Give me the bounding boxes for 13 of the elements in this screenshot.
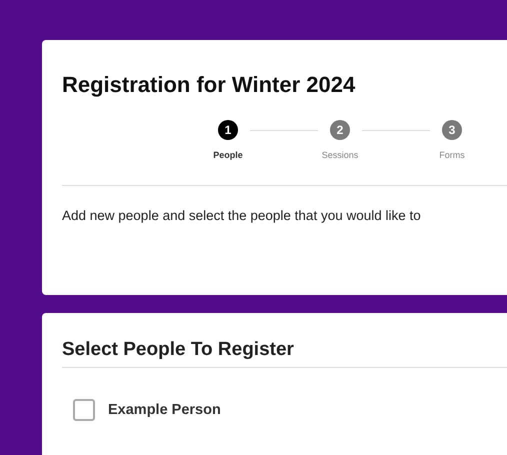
step-label: Forms <box>439 150 465 160</box>
step-number[interactable]: 3 <box>442 120 462 140</box>
page-title: Registration for Winter 2024 <box>62 71 356 98</box>
step-label: Sessions <box>322 150 358 160</box>
step-number[interactable]: 1 <box>218 120 238 140</box>
step-label: People <box>213 150 243 160</box>
step-connector <box>362 130 430 131</box>
section-title: Select People To Register <box>62 338 295 361</box>
instructions-text: Add new people and select the people that you would like to <box>62 208 422 223</box>
step-number[interactable]: 2 <box>330 120 350 140</box>
person-name: Example Person <box>108 402 221 418</box>
person-checkbox[interactable] <box>73 399 95 421</box>
step-connector <box>250 130 318 131</box>
